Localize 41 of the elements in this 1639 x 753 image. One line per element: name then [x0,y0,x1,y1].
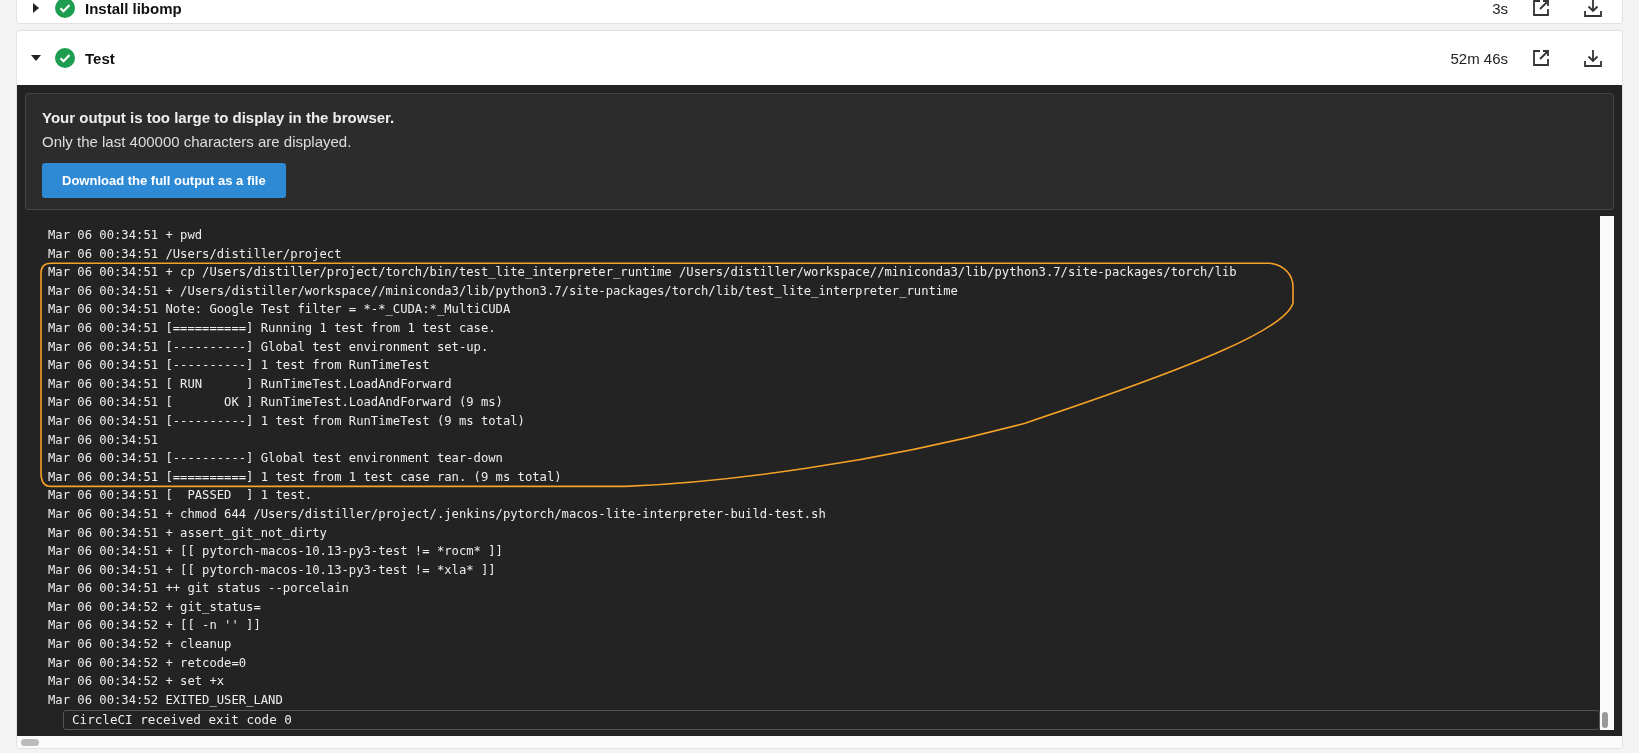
log-line: Mar 06 00:34:51 [==========] Running 1 test from 1 test case. [48,319,497,337]
log-line: Mar 06 00:34:51 + /Users/distiller/workspace//miniconda3/lib/python3.7/site-packages/torch/lib/test_lite_interpreter_runtime [48,282,959,300]
log-line: Mar 06 00:34:51 Note: Google Test filter = *-*_CUDA:*_MultiCUDA [48,301,512,319]
caret-icon[interactable] [31,55,41,61]
log-line: Mar 06 00:34:52 + set +x [48,673,226,691]
step-name: Install libomp [85,0,182,17]
log-line: Mar 06 00:34:51 + pwd [48,227,204,244]
log-line: Mar 06 00:34:51 [ PASSED ] 1 test. [48,487,314,505]
horizontal-scrollbar[interactable] [17,736,1622,749]
log-line: Mar 06 00:34:51 [ RUN ] RunTimeTest.LoadAndForward [48,375,453,393]
log-line: Mar 06 00:34:51 [ OK ] RunTimeTest.LoadAndForward (9 ms) [48,394,504,412]
external-link-icon[interactable] [1532,49,1550,67]
log-line: Mar 06 00:34:51 + assert_git_not_dirty [48,524,328,542]
log-line: Mar 06 00:34:51 [----------] Global test environment set-up. [48,338,490,356]
external-link-icon[interactable] [1532,0,1550,17]
log-line: Mar 06 00:34:51 ++ git status --porcelain [48,580,350,598]
vertical-scrollbar[interactable] [1600,216,1614,731]
download-icon[interactable] [1584,49,1602,67]
step-duration: 3s [1492,0,1508,17]
log-line: Mar 06 00:34:51 [48,431,160,449]
log-line: Mar 06 00:34:51 + cp /Users/distiller/project/torch/bin/test_lite_interpreter_runtime /Users/distiller/workspace//miniconda3/lib/python3.7/site-packages/torch/lib [48,264,1238,282]
log-line: Mar 06 00:34:51 /Users/distiller/project [48,245,343,263]
log-line: Mar 06 00:34:52 + [[ -n '' ]] [48,617,262,635]
download-icon[interactable] [1584,0,1602,17]
notice-message: Only the last 400000 characters are displayed. [42,133,352,150]
notice-title: Your output is too large to display in the browser. [42,109,395,126]
log-line: Mar 06 00:34:51 [----------] 1 test from RunTimeTest [48,357,431,375]
download-output-button[interactable]: Download the full output as a file [42,163,286,198]
caret-icon[interactable] [33,3,39,13]
step-duration: 52m 46s [1450,49,1508,67]
log-line: Mar 06 00:34:52 EXITED_USER_LAND [48,691,284,709]
log-line: Mar 06 00:34:51 + [[ pytorch-macos-10.13-py3-test != *xla* ]] [48,561,497,579]
log-line: Mar 06 00:34:51 + [[ pytorch-macos-10.13-py3-test != *rocm* ]] [48,543,504,561]
log-line: Mar 06 00:34:51 [----------] Global test environment tear-down [48,450,504,468]
log-line: Mar 06 00:34:52 + git_status= [48,598,262,616]
log-line: Mar 06 00:34:52 + cleanup [48,636,233,654]
log-line: Mar 06 00:34:51 [==========] 1 test from 1 test case ran. (9 ms total) [48,468,563,486]
log-line: Mar 06 00:34:51 + chmod 644 /Users/distiller/project/.jenkins/pytorch/macos-lite-interpreter-build-test.sh [48,505,827,523]
log-line: Mar 06 00:34:51 [----------] 1 test from RunTimeTest (9 ms total) [48,412,526,430]
log-line: Mar 06 00:34:52 + retcode=0 [48,654,248,672]
step-name: Test [85,49,115,67]
